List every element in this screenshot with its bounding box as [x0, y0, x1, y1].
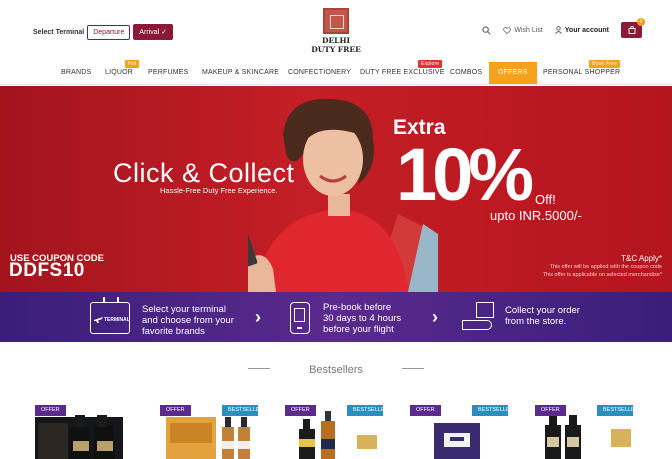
- nav-liquor[interactable]: Hot LIQUOR: [105, 60, 140, 76]
- offer-badge: OFFER: [535, 405, 566, 416]
- nav-liquor-label: LIQUOR: [105, 69, 134, 76]
- product-image: [35, 415, 123, 459]
- heart-icon: [503, 26, 512, 34]
- terminal-selector: Select Terminal Departure Arrival ✓: [33, 24, 174, 40]
- chevron-right-icon: ›: [255, 307, 261, 327]
- product-image: [299, 411, 377, 459]
- bestseller-badge: BESTSELLER: [597, 405, 633, 416]
- terms-apply: T&C Apply*: [621, 254, 662, 263]
- logo-line-2: DUTY FREE: [311, 45, 361, 54]
- product-card[interactable]: OFFER BESTSELLER: [535, 403, 633, 459]
- divider-right: [402, 368, 424, 369]
- main-navigation: BRANDS Hot LIQUOR PERFUMES MAKEUP & SKIN…: [0, 60, 672, 85]
- store-pickup-icon: [462, 302, 496, 332]
- user-icon: [554, 26, 562, 34]
- step-2-line-2: 30 days to 4 hours: [323, 313, 402, 324]
- product-image: [166, 417, 250, 459]
- terminal-sign-icon: TERMINAL: [90, 297, 130, 334]
- nav-perfumes[interactable]: PERFUMES: [148, 69, 189, 76]
- wishlist-link[interactable]: Wish List: [503, 26, 543, 34]
- product-card[interactable]: OFFER BESTSELLER: [285, 403, 383, 459]
- wishlist-label: Wish List: [514, 26, 543, 34]
- step-1-line-3: favorite brands: [142, 326, 205, 337]
- departure-button[interactable]: Departure: [87, 24, 131, 40]
- offer-badge: OFFER: [35, 405, 66, 416]
- offer-note-1: This offer will be applied with the coup…: [549, 264, 662, 270]
- step-2-text: Pre-book before 30 days to 4 hours befor…: [323, 302, 401, 335]
- product-image: [434, 423, 480, 459]
- select-terminal-label: Select Terminal: [33, 28, 85, 36]
- bestseller-badge: BESTSELLER: [222, 405, 258, 416]
- delhi-duty-free-logo[interactable]: DELHI DUTY FREE: [308, 8, 364, 54]
- bestsellers-title: Bestsellers: [309, 364, 363, 376]
- hero-off-text: Off!: [535, 192, 556, 207]
- offer-badge: OFFER: [285, 405, 316, 416]
- hero-banner[interactable]: Click & Collect Hassle-Free Duty Free Ex…: [0, 86, 672, 292]
- cart-button[interactable]: 0: [621, 18, 645, 38]
- bestseller-badge: BESTSELLER: [472, 405, 508, 416]
- step-1-text: Select your terminal and choose from you…: [142, 304, 234, 337]
- offer-badge: OFFER: [410, 405, 441, 416]
- search-icon[interactable]: [482, 25, 491, 35]
- step-3-line-1: Collect your order: [505, 305, 580, 316]
- nav-offers[interactable]: OFFERS: [489, 62, 537, 84]
- explore-tag: Explore: [418, 60, 443, 68]
- logo-emblem-icon: [323, 8, 349, 34]
- header-actions: Wish List Your account 0: [482, 18, 645, 38]
- account-link[interactable]: Your account: [554, 26, 609, 34]
- step-2-line-3: before your flight: [323, 324, 394, 335]
- offer-note-2: This offer is applicable on selected mer…: [542, 272, 662, 278]
- product-image: [545, 415, 631, 459]
- offer-badge: OFFER: [160, 405, 191, 416]
- product-card[interactable]: OFFER BESTSELLER: [410, 403, 508, 459]
- hero-discount-percent: 10%: [396, 133, 534, 216]
- click-collect-steps: TERMINAL Select your terminal and choose…: [0, 292, 672, 342]
- product-card[interactable]: OFFER: [35, 403, 133, 459]
- nav-personal-shopper-label: PERSONAL SHOPPER: [543, 69, 621, 76]
- nav-combos[interactable]: COMBOS: [450, 69, 482, 76]
- nav-brands[interactable]: BRANDS: [61, 69, 91, 76]
- step-3-text: Collect your order from the store.: [505, 305, 580, 327]
- step-1-line-2: and choose from your: [142, 315, 234, 326]
- top-header: Select Terminal Departure Arrival ✓ DELH…: [0, 0, 672, 60]
- step-3-line-2: from the store.: [505, 316, 567, 327]
- terminal-icon-text: TERMINAL: [104, 317, 130, 323]
- nav-makeup-skincare[interactable]: MAKEUP & SKINCARE: [202, 69, 279, 76]
- divider-left: [248, 368, 270, 369]
- step-1-line-1: Select your terminal: [142, 304, 226, 315]
- cart-count-badge: 0: [637, 18, 645, 26]
- step-2-line-1: Pre-book before: [323, 302, 392, 313]
- nav-confectionery[interactable]: CONFECTIONERY: [288, 69, 351, 76]
- hot-tag: Hot: [125, 60, 140, 68]
- coupon-code: DDFS10: [9, 260, 85, 281]
- bestseller-badge: BESTSELLER: [347, 405, 383, 416]
- arrival-button[interactable]: Arrival ✓: [133, 24, 174, 40]
- product-card[interactable]: OFFER BESTSELLER: [160, 403, 258, 459]
- mobile-booking-icon: [290, 302, 310, 334]
- nav-duty-free-exclusive[interactable]: Explore DUTY FREE EXCLUSIVE: [360, 60, 445, 76]
- book-free-tag: Book Free: [589, 60, 620, 68]
- account-label: Your account: [564, 26, 609, 34]
- hero-upto-text: upto INR.5000/-: [490, 208, 582, 223]
- logo-line-1: DELHI: [321, 36, 351, 45]
- shopping-bag-icon: [628, 26, 635, 34]
- chevron-right-icon: ›: [432, 307, 438, 327]
- nav-personal-shopper[interactable]: Book Free PERSONAL SHOPPER: [543, 60, 621, 76]
- bestsellers-heading: Bestsellers: [0, 360, 672, 378]
- nav-duty-free-exclusive-label: DUTY FREE EXCLUSIVE: [360, 69, 445, 76]
